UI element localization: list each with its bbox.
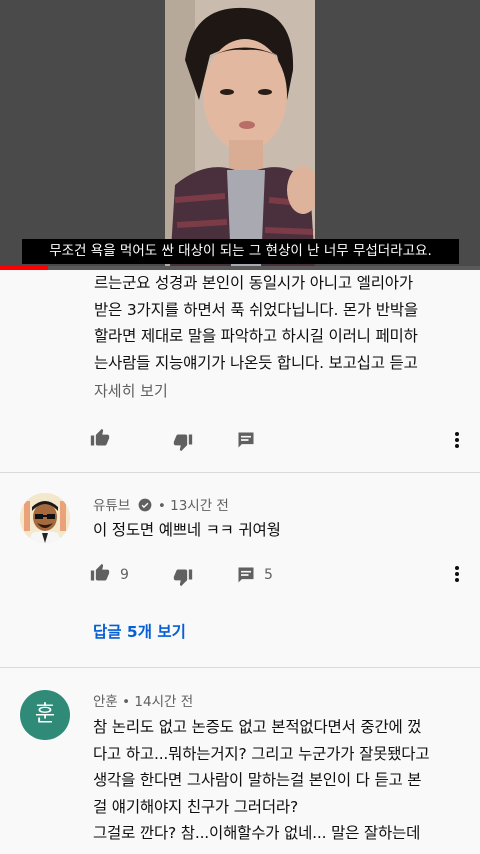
comment-menu-button[interactable]: [450, 430, 464, 450]
comment-line: 그걸로 깐다? 참...이해할수가 없네... 말은 잘하는데: [93, 824, 421, 842]
avatar-letter: 훈: [34, 702, 56, 727]
comment-line: 다고 하고...뭐하는거지? 그리고 누군가가 잘못됐다고: [93, 744, 430, 763]
comment-line: 는사람들 지능얘기가 나온듯 합니다. 보고십고 듣고: [94, 353, 418, 372]
comment-line: 받은 3가지를 하면서 푹 쉬었다닙니다. 몬가 반박을: [94, 300, 418, 319]
video-player[interactable]: 무조건 욕을 먹어도 싼 대상이 되는 그 현상이 난 너무 무섭더라고요.: [0, 0, 480, 270]
comment-divider: [0, 667, 480, 668]
reply-button[interactable]: 5: [236, 565, 286, 589]
dislike-button[interactable]: [173, 567, 199, 591]
meta-separator: •: [157, 498, 166, 514]
more-vert-dot: [455, 438, 459, 442]
reply-button[interactable]: [236, 430, 262, 454]
comment-time: 13시간 전: [170, 498, 229, 514]
comment-divider: [0, 472, 480, 473]
dislike-icon: [173, 569, 193, 587]
dislike-button[interactable]: [173, 432, 199, 456]
video-progress-fill: [0, 266, 48, 270]
view-replies-link[interactable]: 답글 5개 보기: [93, 620, 186, 642]
comment-text: 참 논리도 없고 논증도 없고 본적없다면서 중간에 껐 다고 하고...뭐하는…: [93, 714, 475, 847]
comment-line: 걸 얘기해야지 친구가 그러더라?: [93, 797, 298, 816]
more-vert-dot: [455, 444, 459, 448]
reply-count: 5: [264, 567, 273, 583]
reply-comment-icon: [238, 432, 254, 448]
comment-author[interactable]: 유튜브: [93, 498, 130, 514]
like-count: 9: [120, 567, 129, 583]
verified-badge-icon: [138, 498, 151, 512]
reply-comment-icon: [238, 567, 254, 583]
read-more-link[interactable]: 자세히 보기: [94, 380, 168, 401]
video-frame: [165, 0, 315, 266]
video-subtitle: 무조건 욕을 먹어도 싼 대상이 되는 그 현상이 난 너무 무섭더라고요.: [22, 239, 459, 264]
comment-text: 이 정도면 예쁘네 ㅋㅋ 귀여웡: [93, 521, 281, 539]
like-icon: [90, 563, 110, 581]
like-button[interactable]: [90, 428, 116, 452]
comment-line: 르는군요 성경과 본인이 동일시가 아니고 엘리아가: [94, 274, 413, 292]
meta-separator: •: [122, 694, 131, 710]
like-icon: [90, 428, 110, 446]
avatar[interactable]: [20, 493, 70, 543]
more-vert-icon: [455, 566, 459, 570]
video-person-image: [165, 0, 315, 266]
comment-line: 생각을 한다면 그사람이 말하는걸 본인이 다 듣고 본: [93, 771, 422, 789]
comment-author[interactable]: 안훈: [93, 694, 118, 710]
dislike-icon: [173, 434, 193, 452]
comment-time: 14시간 전: [134, 694, 194, 710]
comment-menu-button[interactable]: [450, 564, 464, 584]
avatar[interactable]: 훈: [20, 690, 70, 740]
comment-line: 할라면 제대로 말을 파악하고 하시길 이러니 페미하: [94, 327, 418, 345]
like-button[interactable]: 9: [90, 563, 140, 587]
avatar-cartoon-image: [20, 493, 70, 543]
more-vert-dot: [455, 578, 459, 582]
more-vert-icon: [455, 432, 459, 436]
comment-text: 르는군요 성경과 본인이 동일시가 아니고 엘리아가 받은 3가지를 하면서 푹…: [94, 270, 474, 376]
more-vert-dot: [455, 572, 459, 576]
comment-line: 참 논리도 없고 논증도 없고 본적없다면서 중간에 껐: [93, 718, 422, 736]
comment-meta: 유튜브 • 13시간 전: [93, 494, 229, 514]
comment-meta: 안훈 • 14시간 전: [93, 690, 193, 710]
